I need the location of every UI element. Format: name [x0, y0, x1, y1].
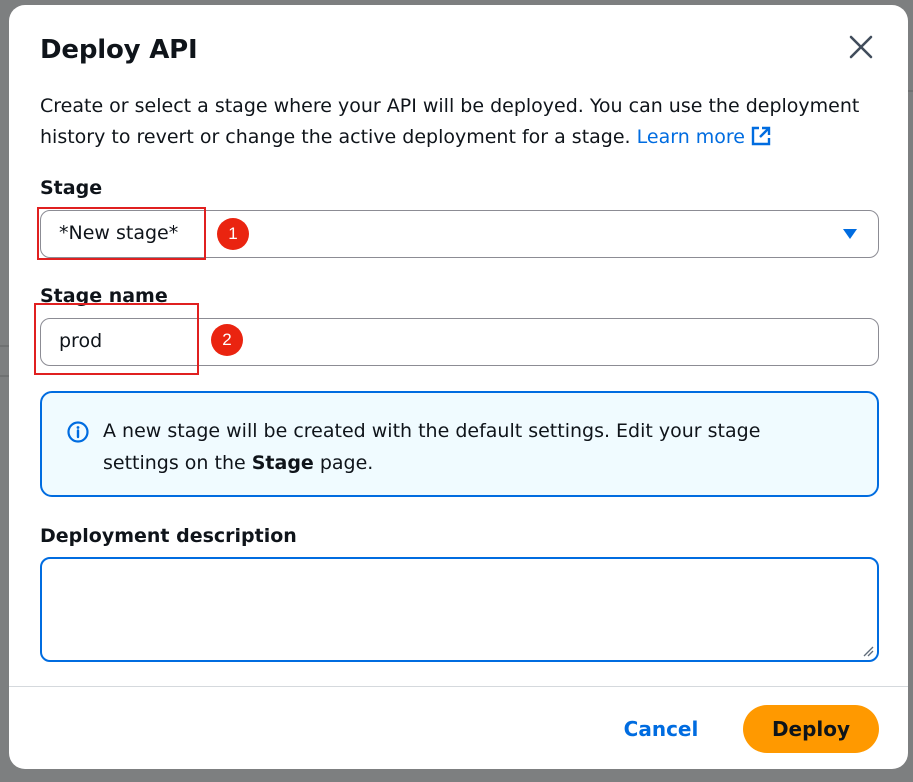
caret-down-icon	[843, 229, 857, 239]
cancel-button[interactable]: Cancel	[617, 714, 705, 744]
info-icon	[67, 421, 89, 443]
backdrop-line	[908, 90, 913, 92]
dialog-title: Deploy API	[40, 35, 198, 65]
annotation-box	[34, 303, 199, 375]
external-link-icon	[751, 126, 771, 146]
backdrop-line	[0, 375, 9, 377]
annotation-box	[37, 207, 206, 260]
info-text-part: page.	[313, 452, 374, 474]
deploy-api-dialog: Deploy API Create or select a stage wher…	[9, 5, 908, 769]
footer-divider	[9, 686, 908, 687]
info-alert-text: A new stage will be created with the def…	[103, 415, 823, 479]
annotation-badge: 1	[217, 218, 249, 250]
backdrop-line	[0, 345, 9, 347]
annotation-badge: 2	[211, 324, 243, 356]
info-text-part: A new stage will be created with the def…	[103, 420, 761, 474]
close-button[interactable]	[843, 29, 879, 65]
stage-label: Stage	[40, 177, 103, 199]
info-text-bold: Stage	[251, 452, 314, 474]
deployment-description-label: Deployment description	[40, 525, 297, 547]
dialog-description: Create or select a stage where your API …	[40, 91, 870, 153]
info-alert: A new stage will be created with the def…	[40, 391, 879, 497]
learn-more-link[interactable]: Learn more	[637, 126, 771, 148]
learn-more-label: Learn more	[636, 126, 745, 148]
deployment-description-textarea[interactable]	[40, 557, 879, 662]
resize-grip-icon[interactable]	[862, 645, 874, 657]
deploy-button[interactable]: Deploy	[743, 705, 879, 753]
close-icon	[849, 35, 873, 59]
